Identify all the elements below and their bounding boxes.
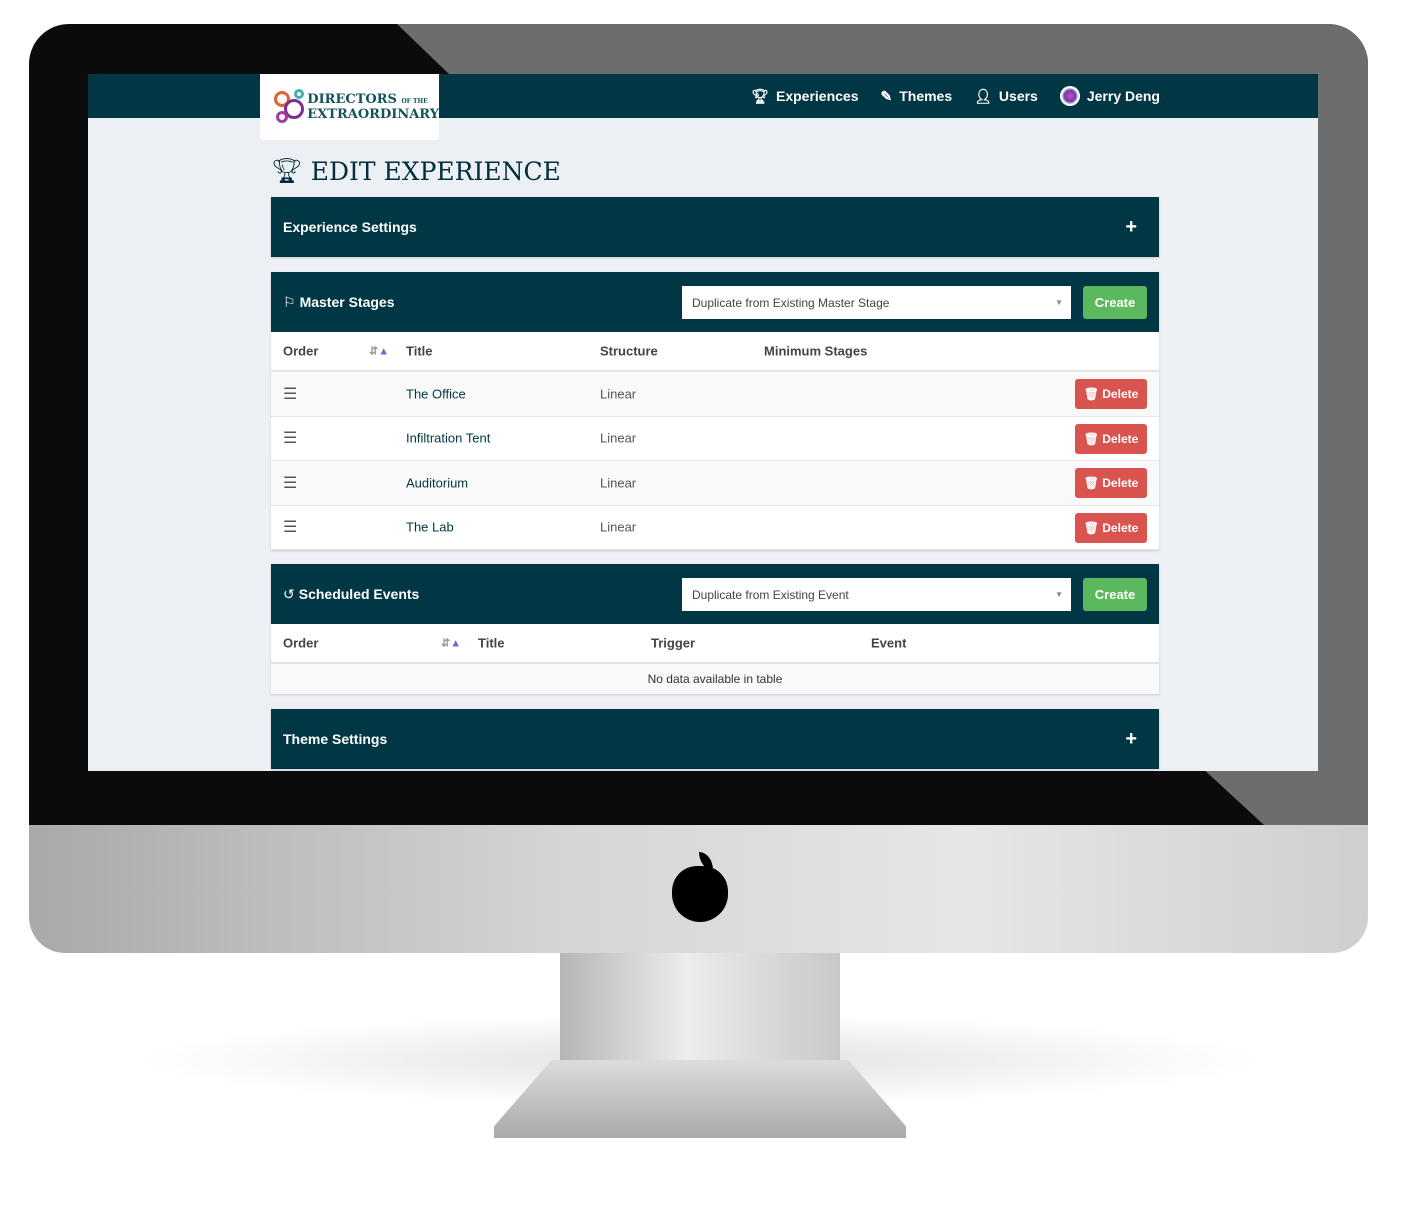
stage-structure: Linear <box>600 430 637 446</box>
panel-title: Experience Settings <box>283 219 417 235</box>
stage-structure: Linear <box>600 475 637 491</box>
duplicate-event-select[interactable]: Duplicate from Existing Event ▼ <box>682 578 1071 611</box>
panel-title: Scheduled Events <box>298 586 420 602</box>
sort-asc-icon[interactable]: ⇵▲ <box>369 345 389 358</box>
nav-user-profile[interactable]: Jerry Deng <box>1059 86 1160 106</box>
logo-of: OF THE <box>401 98 428 105</box>
delete-label: Delete <box>1102 387 1139 401</box>
history-icon: ↺ <box>283 585 295 602</box>
column-structure[interactable]: Structure <box>600 344 658 359</box>
create-event-button[interactable]: Create <box>1083 578 1147 611</box>
nav-label: Users <box>998 88 1038 104</box>
nav-label: Jerry Deng <box>1086 88 1160 104</box>
duplicate-master-stage-select[interactable]: Duplicate from Existing Master Stage ▼ <box>682 286 1071 319</box>
trophy-icon: 🏆︎ <box>751 87 769 104</box>
experience-settings-panel: Experience Settings + <box>271 197 1159 257</box>
master-stages-header: ⚐ Master Stages Duplicate from Existing M… <box>271 272 1159 332</box>
delete-button[interactable]: 🗑︎ Delete <box>1075 468 1147 498</box>
table-row: ☰ The Office Linear 🗑︎ Delete <box>271 372 1159 417</box>
stage-title[interactable]: The Lab <box>406 520 454 535</box>
theme-settings-panel: Theme Settings + <box>271 709 1159 769</box>
apple-logo-icon <box>672 866 728 922</box>
gears-logo-icon <box>272 87 304 127</box>
nav-menu: 🏆︎ Experiences ✎ Themes 👤︎ Users Jerry Deng <box>751 74 1160 118</box>
trophy-icon: 🏆︎ <box>271 156 303 185</box>
monitor-stand-foot <box>494 1060 906 1138</box>
empty-table-message: No data available in table <box>271 664 1159 694</box>
column-order[interactable]: Order <box>283 344 318 359</box>
delete-label: Delete <box>1102 476 1139 490</box>
panel-title: Master Stages <box>299 294 395 310</box>
select-value: Duplicate from Existing Master Stage <box>692 295 890 310</box>
caret-down-icon: ▼ <box>1055 590 1063 599</box>
screen: 🏆︎ Experiences ✎ Themes 👤︎ Users Jerry Deng… <box>88 74 1318 771</box>
column-trigger[interactable]: Trigger <box>651 636 695 651</box>
delete-button[interactable]: 🗑︎ Delete <box>1075 423 1147 454</box>
logo-line2: EXTRAORDINARY <box>307 107 439 122</box>
nav-experiences[interactable]: 🏆︎ Experiences <box>751 88 858 105</box>
column-order[interactable]: Order <box>283 636 318 651</box>
table-header: Order ⇵▲ Title Trigger Event <box>271 624 1159 664</box>
page-title: 🏆︎ EDIT EXPERIENCE <box>271 156 561 186</box>
expand-plus-icon[interactable]: + <box>1125 728 1137 751</box>
nav-themes[interactable]: ✎ Themes <box>880 88 952 105</box>
column-title[interactable]: Title <box>406 344 433 359</box>
column-minimum-stages[interactable]: Minimum Stages <box>764 344 867 359</box>
drag-handle-icon[interactable]: ☰ <box>283 428 297 448</box>
delete-label: Delete <box>1102 431 1139 446</box>
sort-asc-icon[interactable]: ⇵▲ <box>441 637 461 650</box>
stage-structure: Linear <box>600 519 637 535</box>
table-body: ☰ The Office Linear 🗑︎ Delete ☰ Infiltration… <box>271 372 1159 550</box>
experience-settings-header[interactable]: Experience Settings + <box>271 197 1159 257</box>
panel-title: Theme Settings <box>283 731 388 747</box>
drag-handle-icon[interactable]: ☰ <box>283 473 297 493</box>
delete-button[interactable]: 🗑︎ Delete <box>1075 512 1147 543</box>
column-title[interactable]: Title <box>478 636 505 651</box>
stage-title[interactable]: Auditorium <box>406 475 468 490</box>
create-master-stage-button[interactable]: Create <box>1083 286 1147 319</box>
drag-handle-icon[interactable]: ☰ <box>283 384 297 404</box>
nav-label: Themes <box>899 88 953 104</box>
nav-users[interactable]: 👤︎ Users <box>974 88 1038 105</box>
drag-handle-icon[interactable]: ☰ <box>283 517 297 537</box>
stage-title[interactable]: The Office <box>406 386 466 401</box>
page-title-text: EDIT EXPERIENCE <box>310 156 561 186</box>
delete-label: Delete <box>1102 520 1139 535</box>
table-row: ☰ Auditorium Linear 🗑︎ Delete <box>271 461 1159 506</box>
delete-button[interactable]: 🗑︎ Delete <box>1075 379 1147 409</box>
table-row: ☰ The Lab Linear 🗑︎ Delete <box>271 506 1159 550</box>
stage-title[interactable]: Infiltration Tent <box>406 431 490 446</box>
column-event[interactable]: Event <box>871 636 906 651</box>
select-value: Duplicate from Existing Event <box>692 587 849 602</box>
nav-label: Experiences <box>775 88 859 104</box>
theme-settings-header[interactable]: Theme Settings + <box>271 709 1159 769</box>
flag-icon: ⚐ <box>283 293 296 310</box>
expand-plus-icon[interactable]: + <box>1125 216 1137 239</box>
user-icon: 👤︎ <box>974 87 992 104</box>
scheduled-events-header: ↺ Scheduled Events Duplicate from Existin… <box>271 564 1159 624</box>
table-row: ☰ Infiltration Tent Linear 🗑︎ Delete <box>271 417 1159 461</box>
logo[interactable]: DIRECTORS OF THE EXTRAORDINARY <box>260 74 439 140</box>
caret-down-icon: ▼ <box>1055 298 1063 307</box>
master-stages-panel: ⚐ Master Stages Duplicate from Existing M… <box>271 272 1159 550</box>
table-header: Order ⇵▲ Title Structure Minimum Stages <box>271 332 1159 372</box>
scheduled-events-panel: ↺ Scheduled Events Duplicate from Existin… <box>271 564 1159 694</box>
avatar <box>1059 86 1080 106</box>
logo-text: DIRECTORS OF THE EXTRAORDINARY <box>307 93 439 121</box>
stage-structure: Linear <box>600 386 637 402</box>
eyedropper-icon: ✎ <box>880 87 893 104</box>
logo-line1: DIRECTORS <box>307 92 397 107</box>
